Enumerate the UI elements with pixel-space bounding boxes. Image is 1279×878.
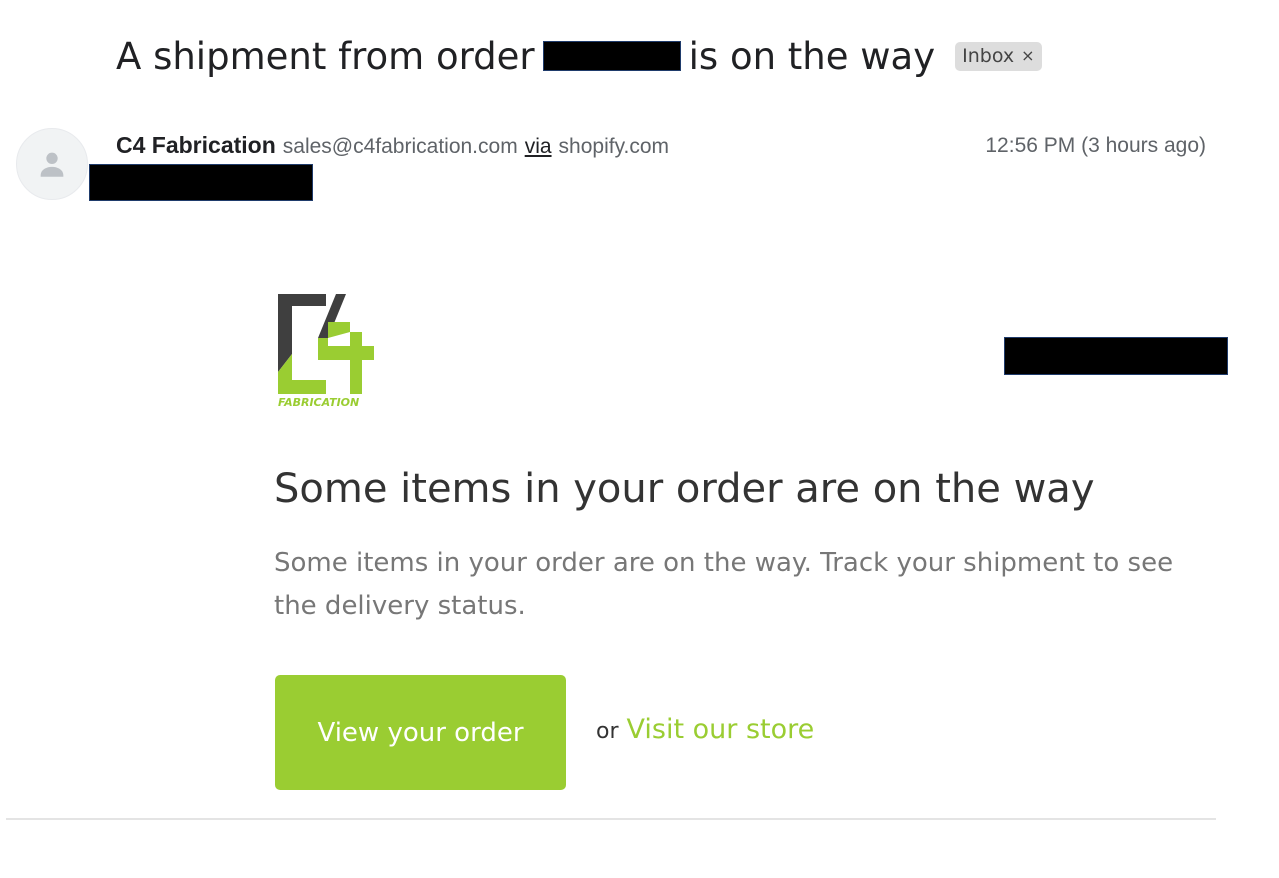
or-text: or [596, 719, 619, 744]
sender-name[interactable]: C4 Fabrication [116, 132, 276, 159]
redacted-order-number [542, 41, 681, 71]
redacted-order-header [1004, 337, 1228, 375]
via-link[interactable]: via [525, 135, 552, 159]
redacted-recipient [89, 164, 313, 201]
view-order-button[interactable]: View your order [275, 675, 566, 790]
email-body-text: Some items in your order are on the way.… [274, 548, 1174, 621]
email-headline: Some items in your order are on the way [274, 466, 1095, 512]
logo-graphic: FABRICATION [278, 294, 374, 409]
email-subject: A shipment from order is on the way Inbo… [116, 30, 1042, 82]
email-timestamp[interactable]: 12:56 PM (3 hours ago) [985, 134, 1206, 158]
subject-text-end: is on the way [688, 34, 936, 78]
remove-label-icon[interactable]: × [1021, 45, 1034, 67]
logo-wordmark: FABRICATION [278, 396, 359, 409]
divider [6, 818, 1216, 820]
inbox-label-chip[interactable]: Inbox × [955, 41, 1042, 71]
subject-text-start: A shipment from order [116, 34, 535, 78]
inbox-label-text: Inbox [962, 44, 1015, 67]
view-order-button-label: View your order [317, 717, 524, 748]
sender-info: C4 Fabrication sales@c4fabrication.com v… [116, 132, 669, 162]
person-icon [40, 152, 64, 177]
secondary-action: or Visit our store [596, 714, 814, 745]
sender-avatar[interactable] [16, 128, 88, 200]
sender-email: sales@c4fabrication.com [282, 135, 518, 158]
c4-fabrication-logo[interactable]: FABRICATION [276, 292, 380, 410]
sender-domain: shopify.com [558, 135, 670, 158]
visit-store-link[interactable]: Visit our store [627, 714, 815, 745]
